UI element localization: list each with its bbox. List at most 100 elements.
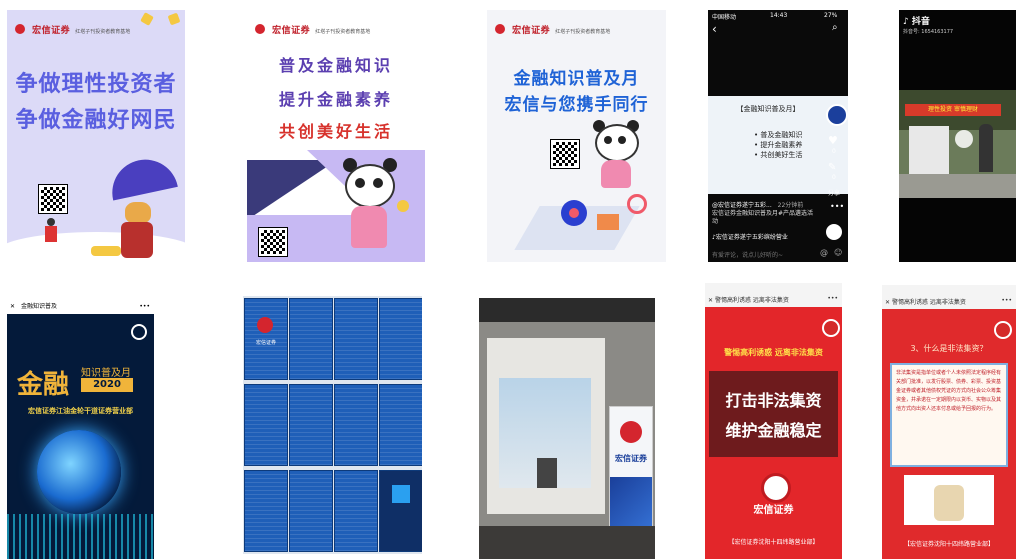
doc-page[interactable] <box>334 470 378 552</box>
doc-page[interactable] <box>289 298 333 380</box>
pavement <box>899 174 1016 198</box>
brand-tagline: 红塔子刊投资者教育基地 <box>315 29 371 35</box>
hongxin-logo-icon <box>15 23 25 34</box>
close-icon[interactable]: ✕ <box>708 297 713 304</box>
profile-avatar[interactable] <box>826 104 848 126</box>
card-title: 【金融知识普及月】 <box>736 105 800 113</box>
comment-icon[interactable]: ✎ <box>828 162 836 173</box>
status-time: 14:43 <box>770 12 788 19</box>
doc-page[interactable] <box>379 470 422 552</box>
like-count: 0 <box>832 148 836 155</box>
year-badge: 2020 <box>81 378 133 392</box>
phone-video-screenshot[interactable]: 中国移动 14:43 27% ‹ ⌕ 【金融知识普及月】 • 普及金融知识 • … <box>708 10 848 262</box>
description-text: 动 <box>712 218 719 225</box>
doc-page-cover[interactable]: 宏信证券 <box>244 298 288 380</box>
qr-code-icon <box>38 184 68 214</box>
douyin-logo: ♪ 抖音 <box>903 14 930 27</box>
poster-knowledge-month[interactable]: 宏信证券 红塔子刊投资者教育基地 金融知识普及月 宏信与您携手同行 <box>487 10 666 262</box>
doc-page[interactable] <box>334 384 378 466</box>
doc-page[interactable] <box>334 298 378 380</box>
poster-financial-knowledge[interactable]: 宏信证券 红塔子刊投资者教育基地 普及金融知识 提升金融素养 共创美好生活 <box>247 10 425 262</box>
back-arrow-icon[interactable]: ‹ <box>712 22 717 36</box>
at-icon[interactable]: @ <box>820 248 828 257</box>
bullet-item: • 普及金融知识 <box>754 131 803 139</box>
music-toggle-icon[interactable] <box>822 319 840 337</box>
hongxin-logo-icon <box>620 421 642 443</box>
slogan-line-1: 普及金融知识 <box>278 56 393 75</box>
wechat-nav-bar: ✕ 金融知识普及 ••• <box>7 300 154 314</box>
brand-name: 宏信证券 <box>272 26 311 36</box>
emoji-icon[interactable]: ☺ <box>834 248 842 257</box>
bullet-item: • 提升金融素养 <box>754 141 803 149</box>
poster-what-is-illegal-fundraising[interactable]: ✕ 警惕高利诱惑 远离非法集资 ••• 3、什么是非法集资？ 非法集资是指单位或… <box>882 285 1016 559</box>
wechat-nav-bar: ✕ 警惕高利诱惑 远离非法集资 ••• <box>882 285 1016 309</box>
comment-input[interactable]: 有爱评论，说点儿好听的~ <box>712 250 783 259</box>
doc-page[interactable] <box>379 384 422 466</box>
doc-cover-title: 宏信证券 <box>255 340 276 346</box>
panda-suit-icon <box>351 206 387 248</box>
person-figure <box>979 124 993 172</box>
photo-projection-room[interactable]: 宏信证券 <box>479 298 655 559</box>
figure-drawing <box>934 485 964 521</box>
more-icon[interactable]: ••• <box>139 300 150 314</box>
play-button-icon[interactable] <box>955 130 973 148</box>
doc-page[interactable] <box>289 384 333 466</box>
document-pages-grid[interactable]: 宏信证券 <box>243 296 422 554</box>
battery-label: 27% <box>824 12 838 19</box>
slogan-line-2: 争做金融好网民 <box>15 108 177 133</box>
footer-branch: 【宏信证券沈阳十四纬路营业部】 <box>728 539 819 546</box>
panda-suit-icon <box>601 160 631 188</box>
more-icon[interactable]: ••• <box>827 295 838 302</box>
slogan-line-1: 争做理性投资者 <box>15 72 177 97</box>
chairs <box>479 526 655 559</box>
author-name[interactable]: @宏信证券遂宁五彩... <box>712 202 772 209</box>
music-label[interactable]: ♪宏信证券遂宁五彩缤纷营业 <box>712 232 788 241</box>
author-row: @宏信证券遂宁五彩... 22分钟前 <box>712 200 803 209</box>
wechat-nav-bar: ✕ 警惕高利诱惑 远离非法集资 ••• <box>705 283 842 307</box>
more-icon[interactable]: ••• <box>1001 297 1012 304</box>
poster-rational-investor[interactable]: 宏信证券 红塔子刊投资者教育基地 争做理性投资者 争做金融好网民 <box>7 10 185 262</box>
slogan-line-3: 共创美好生活 <box>278 122 393 141</box>
nav-title-row: ✕ 警惕高利诱惑 远离非法集资 <box>708 295 789 304</box>
close-icon[interactable]: ✕ <box>885 299 890 306</box>
share-label[interactable]: 分享 <box>828 188 840 197</box>
bullet-item: • 共创美好生活 <box>754 151 803 159</box>
video-frame[interactable]: 理性投资 审慎理财 <box>899 90 1016 198</box>
coin-decoration-icon <box>140 12 154 26</box>
title-sub: 知识普及月 <box>81 368 131 379</box>
qr-code-icon <box>550 139 580 169</box>
poster-finance-month-2020[interactable]: ✕ 金融知识普及 ••• 金融 知识普及月 2020 宏信证券江油金轮干道证券营… <box>7 300 154 559</box>
comment-count: 0 <box>832 174 836 181</box>
brand-header: 宏信证券 红塔子刊投资者教育基地 <box>255 18 370 37</box>
music-toggle-icon[interactable] <box>994 321 1012 339</box>
panda-head-icon <box>595 124 639 162</box>
qr-code-icon <box>258 227 288 257</box>
data-bars <box>7 514 154 559</box>
title-line-2: 宏信与您携手同行 <box>504 95 649 115</box>
music-toggle-icon[interactable] <box>131 324 147 340</box>
doc-page[interactable] <box>379 298 422 380</box>
poster-anti-illegal-fundraising[interactable]: ✕ 警惕高利诱惑 远离非法集资 ••• 警惕高利诱惑 远离非法集资 打击非法集资… <box>705 283 842 559</box>
panda-eye-icon <box>373 178 383 188</box>
slogan-line-1: 打击非法集资 <box>725 391 822 410</box>
qr-code-icon <box>392 485 410 503</box>
doc-page[interactable] <box>244 470 288 552</box>
title-main: 金融 <box>17 370 70 400</box>
doc-page[interactable] <box>244 384 288 466</box>
douyin-video-booth[interactable]: ♪ 抖音 抖音号: 1654163177 理性投资 审慎理财 <box>899 10 1016 262</box>
panda-head-icon <box>345 164 395 208</box>
more-icon[interactable]: ••• <box>830 202 844 211</box>
panda-eye-icon <box>618 136 626 144</box>
search-icon[interactable]: ⌕ <box>832 22 838 33</box>
hongxin-logo-icon <box>255 23 265 34</box>
doc-page[interactable] <box>289 470 333 552</box>
person-head-icon <box>47 218 55 226</box>
description-text: 宏信证券金融知识普及月#产品遴选活 <box>712 210 814 217</box>
heart-icon[interactable]: ♥ <box>828 134 838 147</box>
close-icon[interactable]: ✕ <box>10 303 15 310</box>
projection-screen <box>487 338 605 514</box>
slogan-line-2: 维护金融稳定 <box>725 421 822 440</box>
music-disc-icon[interactable] <box>826 224 842 240</box>
nav-title-row: ✕ 警惕高利诱惑 远离非法集资 <box>885 297 966 306</box>
slogan-panel: 打击非法集资 维护金融稳定 <box>709 371 838 457</box>
